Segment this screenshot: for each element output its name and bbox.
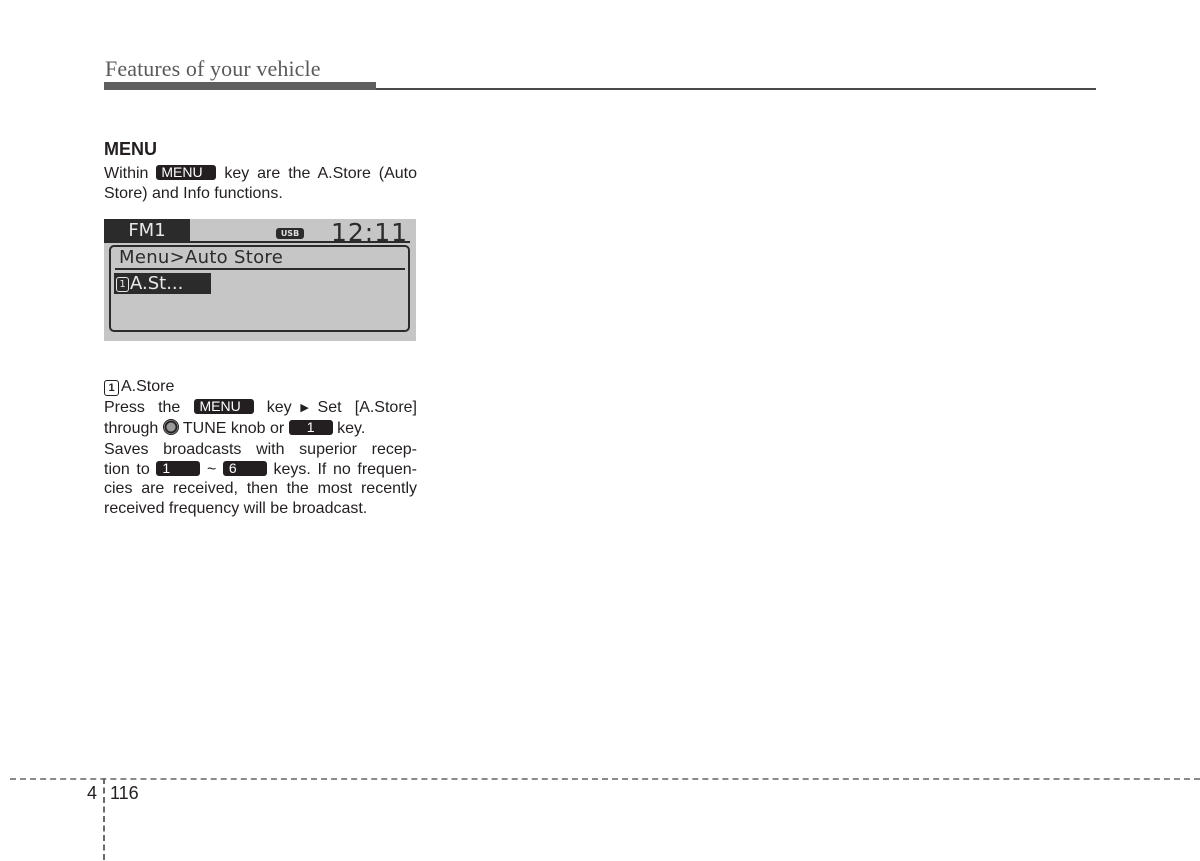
instruction-text: through [104,419,159,437]
description-line: cies are received, then the most recentl… [104,480,417,497]
item-heading: 1 A.Store [104,377,417,397]
preset-key-1-badge: 1 [156,460,201,476]
display-clock: 12:11 [330,218,408,247]
tune-knob-icon [162,418,179,435]
section-title: MENU [104,139,157,159]
menu-item-label: A.St... [130,273,184,294]
intro-text: Within [104,165,149,182]
instruction-line-1: Press the MENU key▶Set [A.Store] [104,398,417,419]
description-line: tion to 1 ~ 6 keys. If no frequen- [104,460,417,480]
intro-line-1: Within MENU key are the A.Store (Auto [104,164,417,184]
intro-line-2: Store) and Info functions. [104,184,283,202]
instruction-paragraph: Press the MENU key▶Set [A.Store] through… [104,398,417,438]
menu-path: Menu>Auto Store [119,247,284,268]
header-rule [376,88,1096,90]
menu-item-selected: 1 A.St... [114,273,211,294]
intro-text: key are the A.Store (Auto [224,165,418,182]
display-menu-frame: Menu>Auto Store 1 A.St... [109,245,410,332]
intro-paragraph: Within MENU key are the A.Store (Auto St… [104,164,417,203]
number-1-icon: 1 [116,277,129,292]
item-title: A.Store [121,378,175,395]
chapter-number: 4 [87,783,98,803]
instruction-text: key▶Set [A.Store] [266,399,417,416]
band-indicator: FM1 [104,219,190,242]
preset-key-1-badge: 1 [288,419,333,435]
description-line: Saves broadcasts with superior recep- [104,441,417,458]
menu-key-badge: MENU [156,165,217,180]
description-line: received frequency will be broadcast. [104,499,368,517]
instruction-text: key. [337,419,366,437]
preset-key-6-badge: 6 [222,460,267,476]
arrow-right-icon: ▶ [291,402,318,414]
radio-display-illustration: FM1 USB 12:11 Menu>Auto Store 1 A.St... [104,218,416,341]
menu-separator [115,268,405,270]
instruction-text: TUNE knob or [182,419,285,437]
description-text: keys. If no frequen- [273,460,417,478]
instruction-line-2: through TUNE knob or 1 key. [104,418,417,439]
menu-key-badge: MENU [193,399,254,414]
number-1-icon: 1 [104,380,119,396]
footer-divider [103,778,105,860]
usb-icon: USB [276,228,304,239]
description-text: tion to [104,460,150,478]
header-title: Features of your vehicle [105,56,321,81]
instruction-text: Press the [104,399,181,416]
header-bar [104,82,376,90]
description-paragraph: Saves broadcasts with superior recep- ti… [104,440,417,518]
page-number: 116 [110,783,139,803]
footer-rule [10,778,1200,780]
tilde-separator: ~ [206,460,217,478]
